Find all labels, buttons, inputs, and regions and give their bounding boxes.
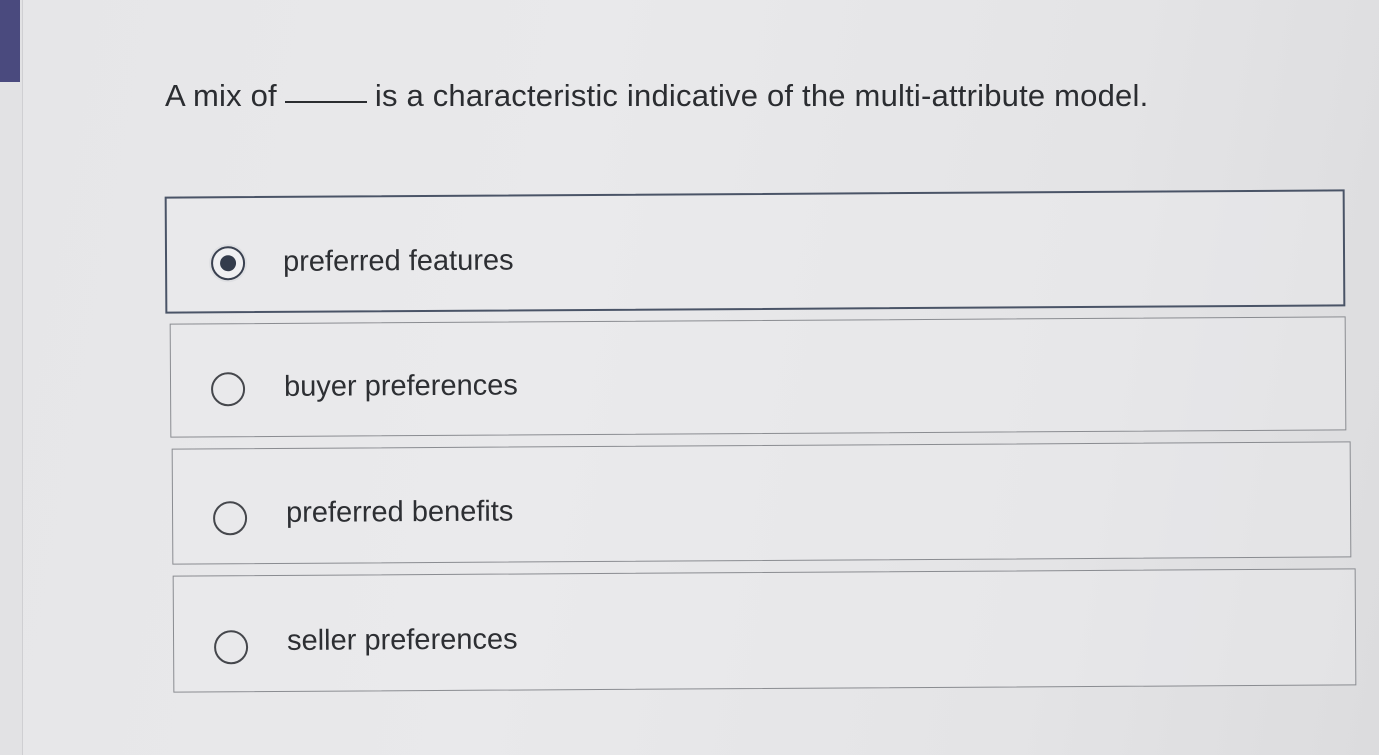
question-text-before: A mix of — [165, 78, 277, 113]
radio-unselected-icon[interactable] — [213, 630, 249, 665]
option-seller-preferences[interactable]: seller preferences — [172, 568, 1357, 693]
question-text-after: is a characteristic indicative of the mu… — [374, 78, 1149, 113]
radio-dot-icon — [220, 255, 237, 272]
radio-unselected-icon[interactable] — [212, 501, 248, 536]
option-preferred-benefits[interactable]: preferred benefits — [171, 441, 1352, 565]
radio-selected-icon[interactable] — [210, 246, 246, 281]
option-buyer-preferences[interactable]: buyer preferences — [169, 316, 1347, 438]
left-panel-edge — [0, 0, 23, 755]
option-label: buyer preferences — [283, 369, 518, 403]
radio-unselected-icon[interactable] — [210, 372, 246, 407]
accent-bar — [0, 0, 20, 82]
question-text: A mix of is a characteristic indicative o… — [165, 78, 1148, 114]
option-label: preferred features — [282, 244, 514, 278]
option-label: seller preferences — [286, 623, 518, 657]
option-label: preferred benefits — [285, 495, 514, 529]
question-blank — [284, 101, 367, 103]
option-preferred-features[interactable]: preferred features — [164, 189, 1346, 314]
